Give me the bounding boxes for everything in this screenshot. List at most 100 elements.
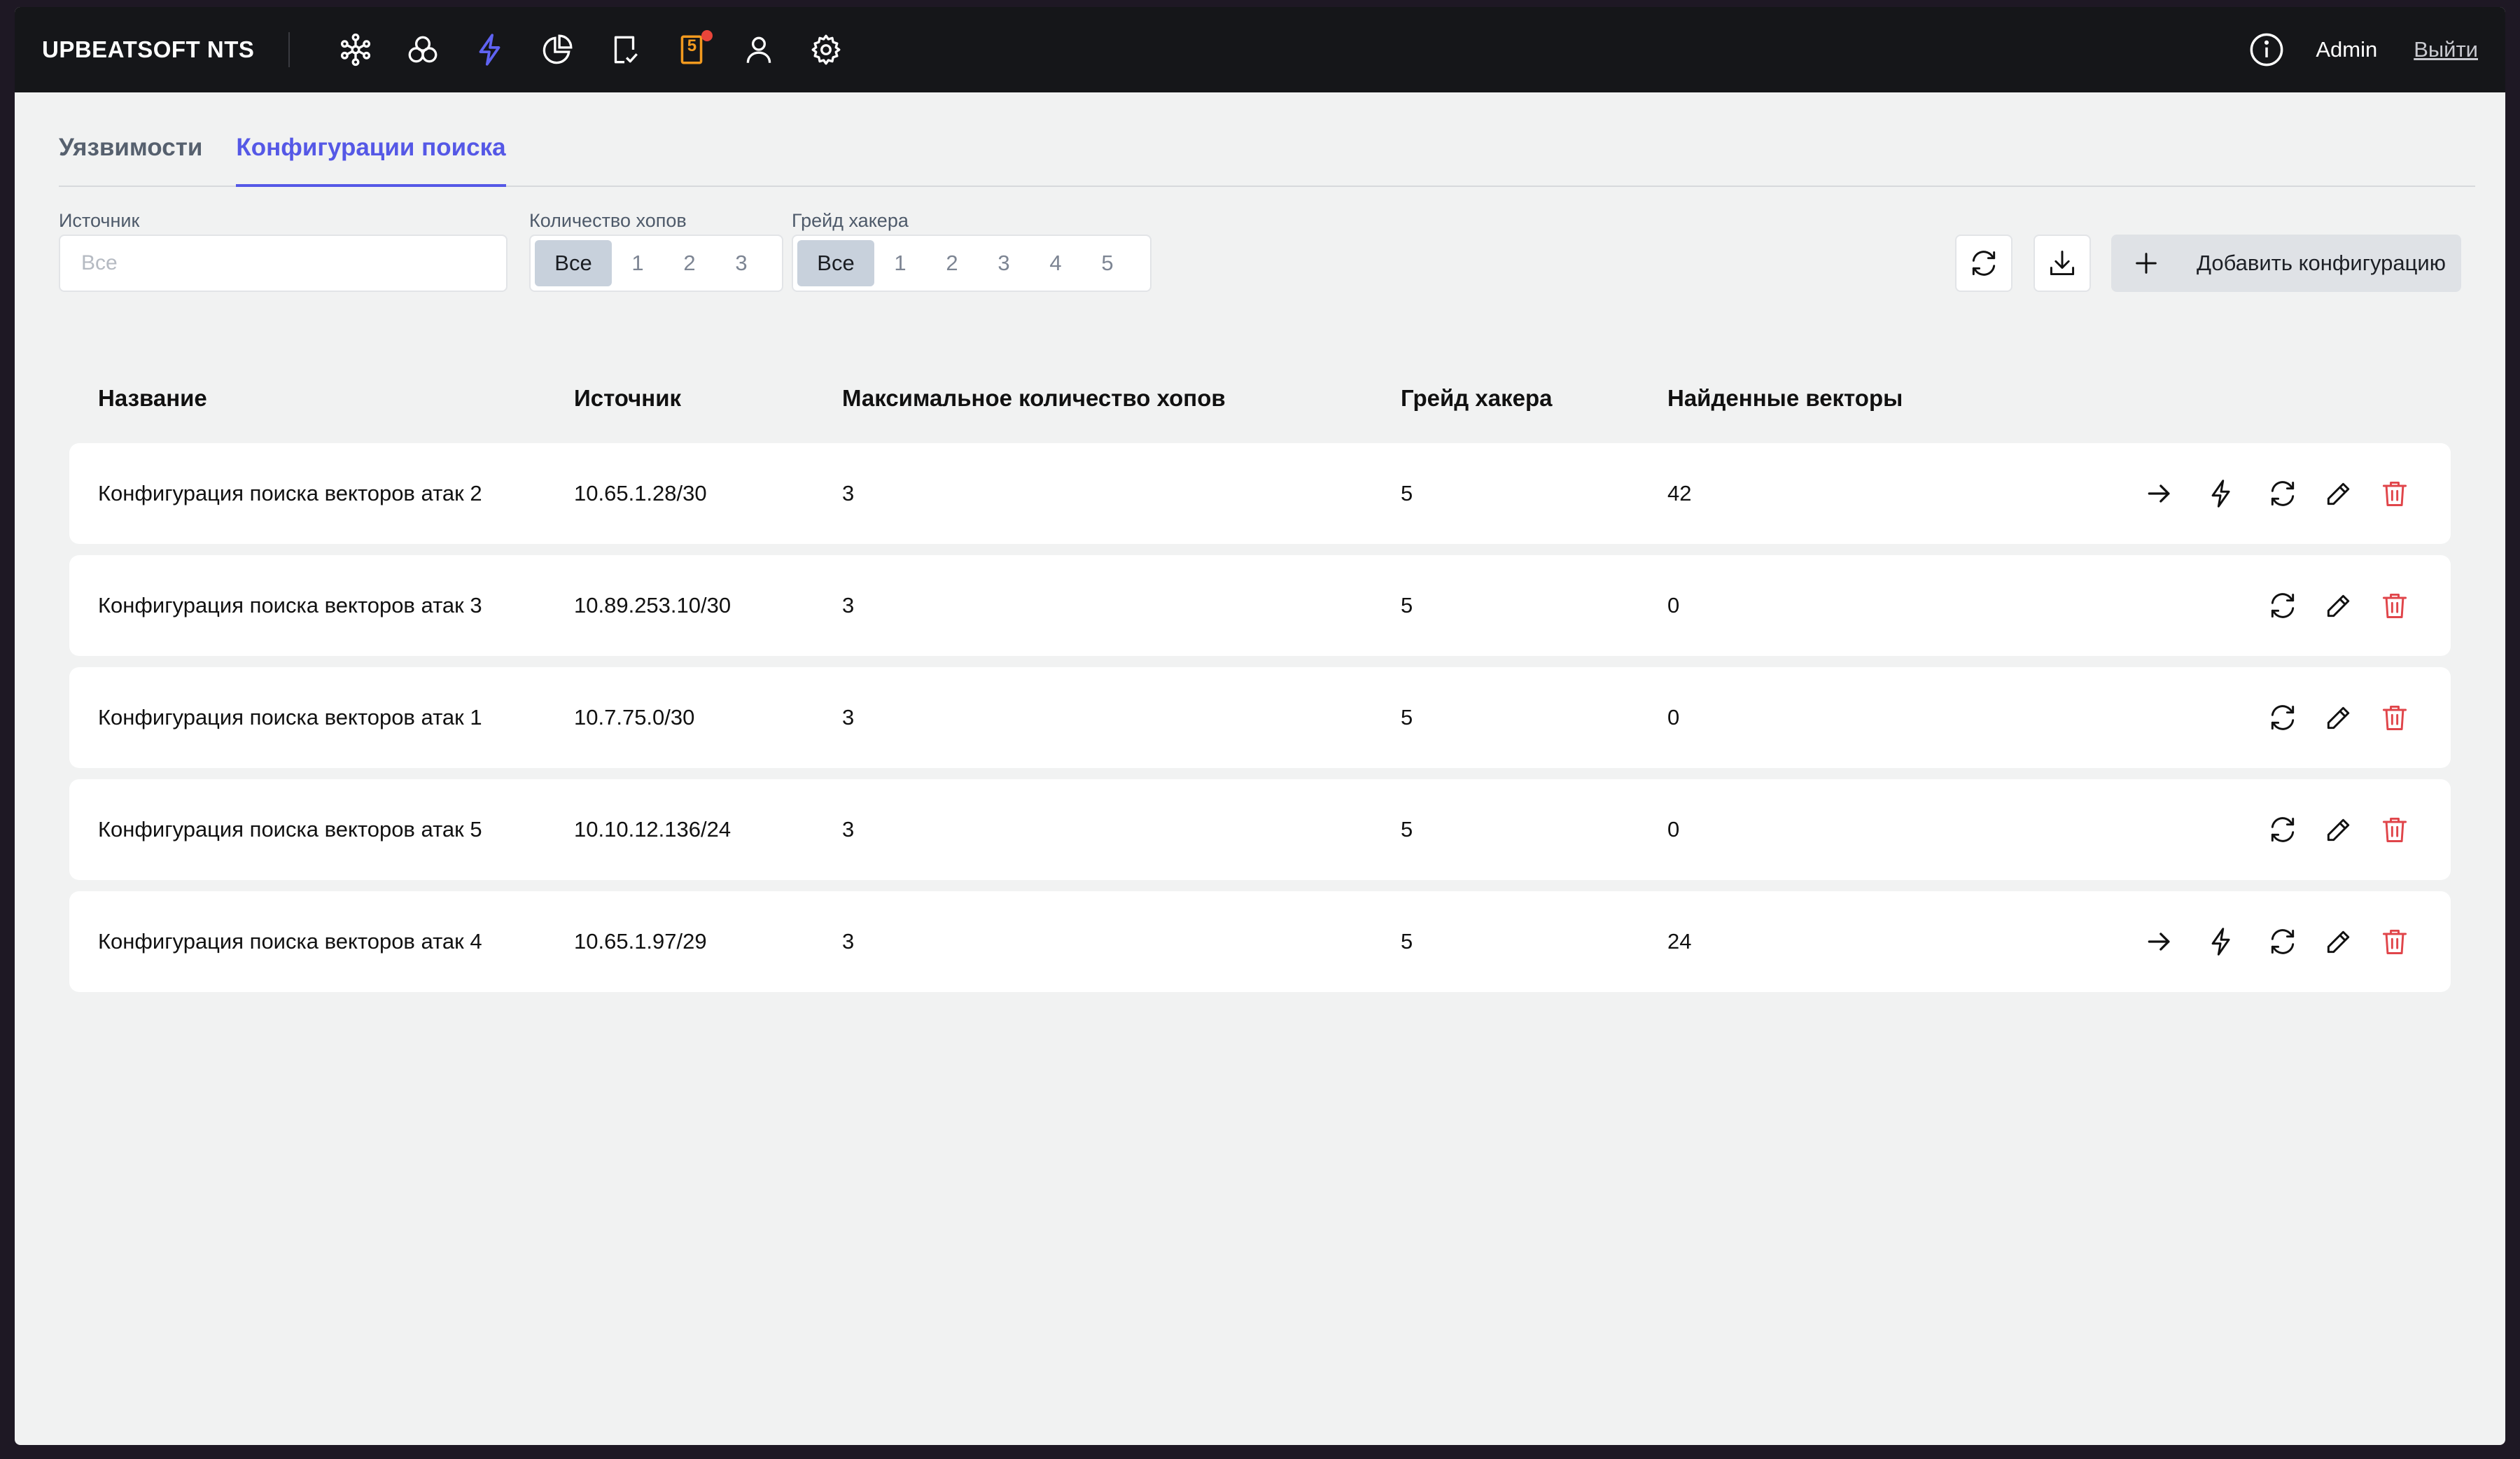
tab-vulnerabilities[interactable]: Уязвимости [59,116,202,187]
table-row[interactable]: Конфигурация поиска векторов атак 3 10.89… [69,555,2451,656]
user-icon [747,36,771,63]
refresh-icon [2271,481,2295,506]
info-icon[interactable] [2248,32,2285,68]
row-actions [2132,443,2423,544]
hops-option-3[interactable]: 3 [715,240,767,286]
open-vectors-button[interactable] [2132,466,2188,522]
config-grade-cell: 5 [1401,817,1413,842]
divider [288,32,290,67]
tab-search-configurations[interactable]: Конфигурации поиска [236,116,506,187]
config-source-cell: 10.65.1.97/29 [574,929,707,954]
delete-configuration-button[interactable] [2367,802,2423,858]
edit-configuration-button[interactable] [2311,914,2367,970]
config-max-hops-cell: 3 [842,817,855,842]
config-grade-cell: 5 [1401,481,1413,505]
hops-option-1[interactable]: 1 [612,240,664,286]
refresh-button[interactable] [1955,235,2012,292]
edit-configuration-button[interactable] [2311,690,2367,746]
config-source-cell: 10.10.12.136/24 [574,817,732,842]
refresh-icon [2271,929,2295,954]
add-configuration-button[interactable]: Добавить конфигурацию [2111,235,2461,292]
table-row[interactable]: Конфигурация поиска векторов атак 2 10.65… [69,443,2451,544]
run-attack-button[interactable] [2193,466,2249,522]
grade-option-2[interactable]: 2 [926,240,978,286]
pencil-icon [2327,930,2350,954]
nav-users-button[interactable] [725,16,792,83]
notification-count: 5 [687,36,697,55]
column-header-source: Источник [574,385,682,411]
config-max-hops-cell: 3 [842,481,855,505]
config-name-cell: Конфигурация поиска векторов атак 3 [98,593,482,617]
table-row[interactable]: Конфигурация поиска векторов атак 4 10.65… [69,891,2451,992]
grade-option-all[interactable]: Все [797,240,874,286]
nav-notifications-button[interactable]: 5 [658,16,725,83]
plus-icon [2136,253,2157,274]
hops-filter: Все 1 2 3 [529,235,783,292]
nav-tasks-button[interactable] [591,16,658,83]
rerun-search-button[interactable] [2255,578,2311,634]
tab-bar: Уязвимости Конфигурации поиска [59,116,2475,187]
row-actions [2255,555,2423,656]
rerun-search-button[interactable] [2255,466,2311,522]
config-grade-cell: 5 [1401,929,1413,954]
hops-option-all[interactable]: Все [535,240,612,286]
rerun-search-button[interactable] [2255,914,2311,970]
grade-option-5[interactable]: 5 [1082,240,1133,286]
edit-configuration-button[interactable] [2311,578,2367,634]
config-source-cell: 10.7.75.0/30 [574,705,695,730]
run-attack-button[interactable] [2193,914,2249,970]
column-header-vectors: Найденные векторы [1667,385,1903,411]
pencil-icon [2327,706,2350,730]
nav-network-button[interactable] [322,16,389,83]
delete-configuration-button[interactable] [2367,690,2423,746]
row-actions [2255,667,2423,768]
delete-configuration-button[interactable] [2367,578,2423,634]
network-graph-icon [341,33,371,67]
config-max-hops-cell: 3 [842,929,855,954]
edit-configuration-button[interactable] [2311,802,2367,858]
download-button[interactable] [2033,235,2091,292]
config-vectors-cell: 0 [1667,817,1680,842]
config-vectors-cell: 0 [1667,593,1680,617]
rerun-search-button[interactable] [2255,802,2311,858]
open-vectors-button[interactable] [2132,914,2188,970]
nav-attacks-button[interactable] [456,16,524,83]
refresh-icon [1972,251,1996,276]
edit-configuration-button[interactable] [2311,466,2367,522]
table-row[interactable]: Конфигурация поиска векторов атак 1 10.7.… [69,667,2451,768]
config-max-hops-cell: 3 [842,705,855,730]
grade-filter-label: Грейд хакера [792,210,909,231]
column-header-grade: Грейд хакера [1401,385,1553,411]
hops-filter-label: Количество хопов [529,210,687,231]
delete-configuration-button[interactable] [2367,914,2423,970]
logout-link[interactable]: Выйти [2414,37,2478,62]
trash-icon [2382,593,2407,618]
grade-filter: Все 1 2 3 4 5 [792,235,1152,292]
grade-option-3[interactable]: 3 [978,240,1030,286]
table-row[interactable]: Конфигурация поиска векторов атак 5 10.10… [69,779,2451,880]
config-vectors-cell: 24 [1667,929,1692,954]
refresh-icon [2271,705,2295,730]
source-filter-input[interactable] [59,235,507,292]
config-name-cell: Конфигурация поиска векторов атак 1 [98,705,482,730]
nav-settings-button[interactable] [792,16,860,83]
config-vectors-cell: 42 [1667,481,1692,505]
pencil-icon [2327,818,2350,842]
source-filter-label: Источник [59,210,140,231]
trash-icon [2382,705,2407,730]
trash-icon [2382,817,2407,842]
grade-option-4[interactable]: 4 [1030,240,1082,286]
rerun-search-button[interactable] [2255,690,2311,746]
delete-configuration-button[interactable] [2367,466,2423,522]
nav-reports-button[interactable] [524,16,591,83]
main-nav: 5 [322,16,860,83]
config-vectors-cell: 0 [1667,705,1680,730]
pencil-icon [2327,594,2350,617]
lightning-icon [479,34,500,66]
circles-icon [408,36,438,63]
config-max-hops-cell: 3 [842,593,855,617]
hops-option-2[interactable]: 2 [664,240,715,286]
grade-option-1[interactable]: 1 [874,240,926,286]
nav-assets-button[interactable] [389,16,456,83]
add-configuration-label: Добавить конфигурацию [2197,251,2446,275]
